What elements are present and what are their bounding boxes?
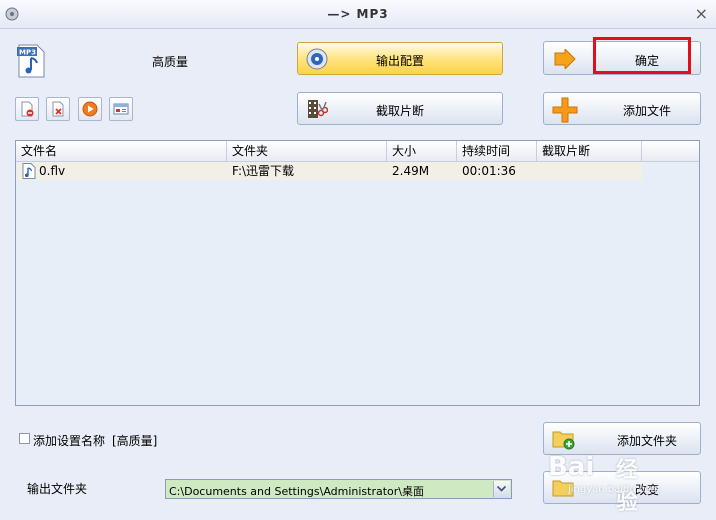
output-folder-select[interactable]: C:\Documents and Settings\Administrator\… <box>165 479 512 499</box>
table-row[interactable]: 0.flv F:\迅雷下载 2.49M 00:01:36 <box>17 162 642 180</box>
svg-text:MP3: MP3 <box>19 49 36 57</box>
watermark-brand: Bai <box>548 452 595 482</box>
chevron-down-icon[interactable] <box>493 481 510 497</box>
cell-folder: F:\迅雷下载 <box>232 164 295 178</box>
cell-size: 2.49M <box>392 164 430 178</box>
col-header-duration[interactable]: 持续时间 <box>457 141 537 161</box>
file-list[interactable]: 文件名 文件夹 大小 持续时间 截取片断 0.flv F:\迅雷下载 2.49M… <box>15 140 700 406</box>
cell-duration: 00:01:36 <box>462 164 516 178</box>
col-header-clip[interactable]: 截取片断 <box>537 141 642 161</box>
quality-label: 高质量 <box>152 55 189 69</box>
output-config-button[interactable]: 输出配置 <box>297 42 503 75</box>
clip-label: 截取片断 <box>375 104 424 118</box>
output-folder-path: C:\Documents and Settings\Administrator\… <box>169 485 425 498</box>
file-list-header: 文件名 文件夹 大小 持续时间 截取片断 <box>16 141 699 162</box>
title-bar: —> MP3 × <box>0 0 716 29</box>
info-card-icon <box>113 103 129 115</box>
cell-filename: 0.flv <box>39 164 66 178</box>
clip-button[interactable]: 截取片断 <box>297 92 503 125</box>
watermark-url: jingyan.baidu.com <box>568 484 661 495</box>
baidu-watermark: Bai 经验 jingyan.baidu.com <box>548 452 660 515</box>
play-icon <box>82 101 98 117</box>
remove-file-button[interactable] <box>15 97 39 121</box>
folder-add-icon <box>552 431 575 450</box>
add-file-button[interactable]: 添加文件 <box>543 92 701 125</box>
add-folder-button[interactable]: 添加文件夹 <box>543 422 701 455</box>
output-folder-label: 输出文件夹 <box>27 482 88 496</box>
add-setting-name-label: 添加设置名称 <box>33 434 106 448</box>
arrow-right-icon <box>554 49 576 69</box>
plus-icon <box>552 97 578 123</box>
file-info-button[interactable] <box>109 97 133 121</box>
col-header-folder[interactable]: 文件夹 <box>227 141 387 161</box>
add-file-label: 添加文件 <box>622 104 671 118</box>
add-setting-name-checkbox[interactable] <box>19 433 30 444</box>
add-folder-label: 添加文件夹 <box>616 434 677 448</box>
window-title: —> MP3 <box>327 7 389 21</box>
output-config-label: 输出配置 <box>375 54 424 68</box>
col-header-size[interactable]: 大小 <box>387 141 457 161</box>
clear-list-button[interactable] <box>46 97 70 121</box>
add-setting-name-value: [高质量] <box>112 434 158 448</box>
col-header-filename[interactable]: 文件名 <box>16 141 227 161</box>
close-icon[interactable]: × <box>695 4 708 23</box>
play-button[interactable] <box>78 97 102 121</box>
mp3-format-icon: MP3 <box>17 44 45 78</box>
remove-file-icon <box>21 101 34 117</box>
confirm-highlight-box <box>593 37 691 74</box>
delete-icon <box>52 101 64 117</box>
